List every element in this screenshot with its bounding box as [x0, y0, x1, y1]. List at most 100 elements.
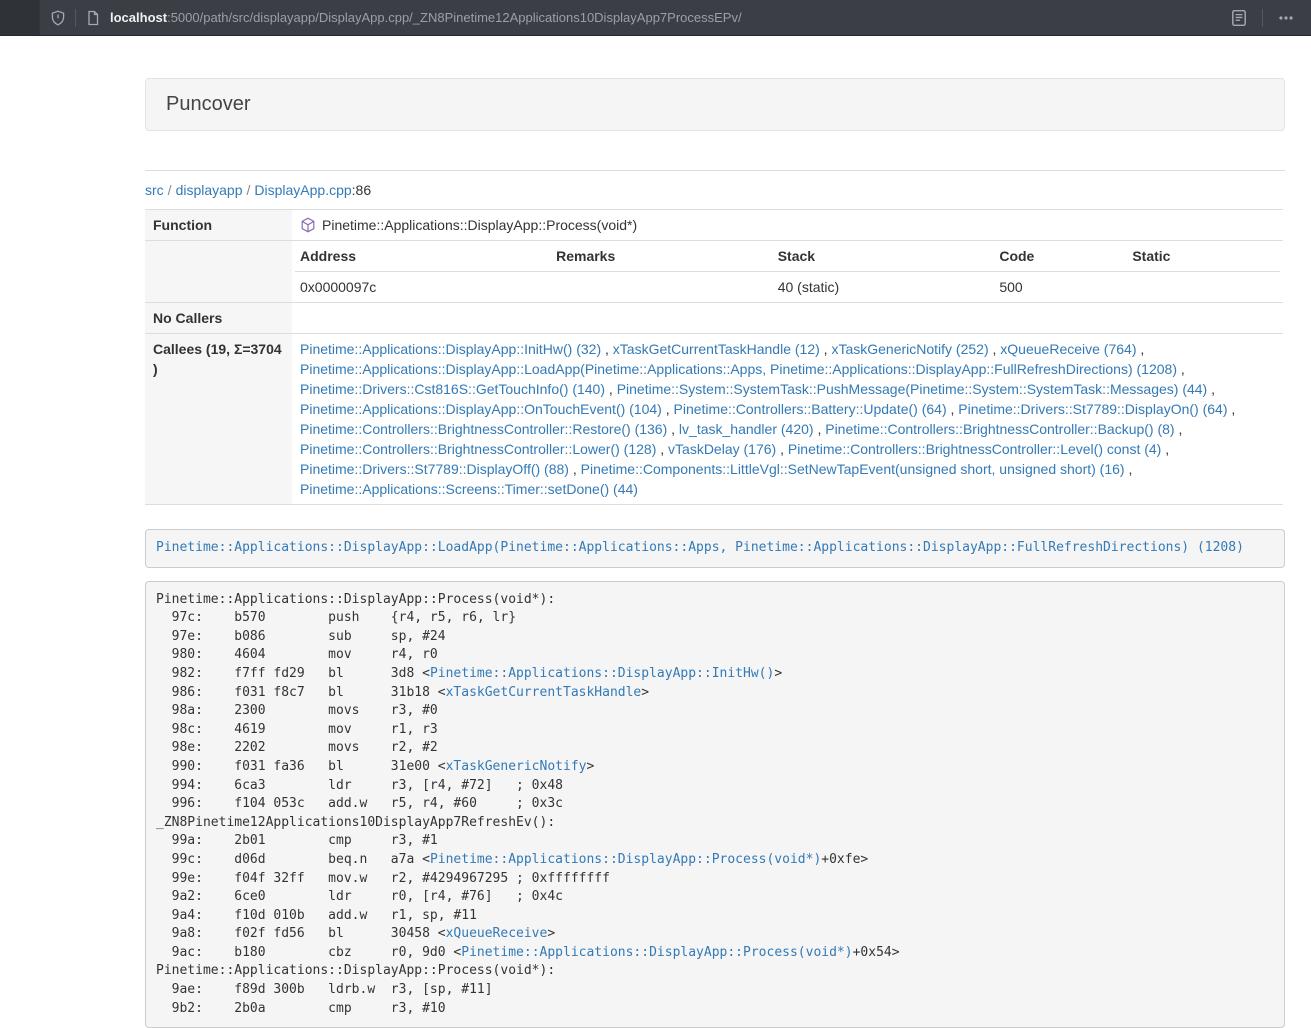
callee-link[interactable]: Pinetime::Controllers::BrightnessControl…: [788, 441, 1161, 457]
stack-value: 40 (static): [773, 272, 995, 303]
callee-link[interactable]: Pinetime::Controllers::BrightnessControl…: [825, 421, 1174, 437]
callers-row: No Callers: [145, 303, 1283, 334]
page-title: Puncover: [166, 93, 1264, 116]
toolbar-divider: [1262, 9, 1263, 27]
code-symbol-link[interactable]: xQueueReceive: [446, 926, 548, 941]
callee-separator: ,: [776, 441, 788, 457]
reader-mode-icon[interactable]: [1230, 9, 1248, 27]
code-line: 97e: b086 sub sp, #24: [156, 628, 1274, 647]
code-line: 994: 6ca3 ldr r3, [r4, #72] ; 0x48: [156, 777, 1274, 796]
callee-link[interactable]: Pinetime::Drivers::St7789::DisplayOn() (…: [958, 401, 1227, 417]
disassembly-block: Pinetime::Applications::DisplayApp::Proc…: [145, 581, 1285, 1028]
code-symbol-link[interactable]: xTaskGenericNotify: [446, 759, 587, 774]
code-line: 98c: 4619 mov r1, r3: [156, 721, 1274, 740]
callee-separator: ,: [605, 381, 617, 397]
address-bar[interactable]: localhost:5000/path/src/displayapp/Displ…: [40, 0, 1311, 35]
code-line: 99c: d06d beq.n a7a <Pinetime::Applicati…: [156, 851, 1274, 870]
code-symbol-link[interactable]: Pinetime::Applications::DisplayApp::Init…: [430, 666, 774, 681]
function-label: Function: [145, 210, 292, 241]
callee-separator: ,: [1177, 361, 1185, 377]
callee-link[interactable]: xTaskGetCurrentTaskHandle (12): [613, 341, 820, 357]
code-line: 986: f031 f8c7 bl 31b18 <xTaskGetCurrent…: [156, 684, 1274, 703]
callee-separator: ,: [947, 401, 959, 417]
callee-separator: ,: [667, 421, 679, 437]
no-callers-label: No Callers: [145, 303, 292, 334]
callee-link[interactable]: Pinetime::Applications::Screens::Timer::…: [300, 481, 638, 497]
url-host: localhost: [110, 10, 167, 25]
code-symbol-link[interactable]: Pinetime::Applications::DisplayApp::Proc…: [430, 852, 821, 867]
callee-link[interactable]: Pinetime::Applications::DisplayApp::Init…: [300, 341, 601, 357]
callee-separator: ,: [814, 421, 826, 437]
code-line: 98a: 2300 movs r3, #0: [156, 702, 1274, 721]
breadcrumb-separator: /: [243, 182, 255, 198]
callee-separator: ,: [662, 401, 674, 417]
callee-link[interactable]: Pinetime::Applications::DisplayApp::Load…: [300, 361, 1177, 377]
code-line: 98e: 2202 movs r2, #2: [156, 739, 1274, 758]
col-header-stack: Stack: [773, 241, 995, 272]
url-path: :5000/path/src/displayapp/DisplayApp.cpp…: [167, 10, 742, 25]
symbol-cube-icon: [300, 217, 316, 233]
stats-row: Address Remarks Stack Code Static 0x0000…: [145, 241, 1283, 303]
breadcrumb-line-number: :86: [352, 182, 371, 198]
page-icon[interactable]: [85, 10, 101, 26]
breadcrumb-displayapp[interactable]: displayapp: [176, 182, 243, 198]
callee-separator: ,: [569, 461, 581, 477]
callee-link[interactable]: xQueueReceive (764): [1000, 341, 1136, 357]
code-line: 9a4: f10d 010b add.w r1, sp, #11: [156, 907, 1274, 926]
code-line: 97c: b570 push {r4, r5, r6, lr}: [156, 609, 1274, 628]
menu-dots-icon[interactable]: [1277, 9, 1295, 27]
callee-link[interactable]: lv_task_handler (420): [679, 421, 814, 437]
code-line: 996: f104 053c add.w r5, r4, #60 ; 0x3c: [156, 795, 1274, 814]
breadcrumb-separator: /: [164, 182, 176, 198]
callee-separator: ,: [1228, 401, 1236, 417]
col-header-code: Code: [994, 241, 1127, 272]
callee-link[interactable]: Pinetime::Controllers::BrightnessControl…: [300, 421, 667, 437]
security-shield-icon[interactable]: [50, 10, 66, 26]
static-value: [1127, 272, 1280, 303]
col-header-static: Static: [1127, 241, 1280, 272]
code-line: 9b2: 2b0a cmp r3, #10: [156, 1000, 1274, 1019]
divider-rule: [145, 170, 1285, 171]
code-line: 9ac: b180 cbz r0, 9d0 <Pinetime::Applica…: [156, 944, 1274, 963]
remarks-value: [551, 272, 773, 303]
callee-link[interactable]: Pinetime::System::SystemTask::PushMessag…: [617, 381, 1208, 397]
code-symbol-link[interactable]: xTaskGetCurrentTaskHandle: [446, 685, 642, 700]
callee-link[interactable]: Pinetime::Controllers::Battery::Update()…: [674, 401, 947, 417]
callee-separator: ,: [820, 341, 832, 357]
callee-separator: ,: [1161, 441, 1169, 457]
callee-separator: ,: [1175, 421, 1183, 437]
callee-separator: ,: [1136, 341, 1144, 357]
breadcrumb: src/displayapp/DisplayApp.cpp:86: [145, 182, 1285, 198]
code-line: 982: f7ff fd29 bl 3d8 <Pinetime::Applica…: [156, 665, 1274, 684]
callees-list: Pinetime::Applications::DisplayApp::Init…: [292, 334, 1283, 505]
code-line: Pinetime::Applications::DisplayApp::Proc…: [156, 591, 1274, 610]
function-row: Function Pinetime::Applications::Display…: [145, 210, 1283, 241]
code-size-value: 500: [994, 272, 1127, 303]
navbar-left-strip: [0, 0, 40, 35]
col-header-address: Address: [295, 241, 551, 272]
code-line: Pinetime::Applications::DisplayApp::Proc…: [156, 962, 1274, 981]
code-symbol-link[interactable]: Pinetime::Applications::DisplayApp::Proc…: [461, 945, 852, 960]
loadapp-symbol-link[interactable]: Pinetime::Applications::DisplayApp::Load…: [156, 540, 1244, 555]
callee-separator: ,: [601, 341, 613, 357]
code-line: 99e: f04f 32ff mov.w r2, #4294967295 ; 0…: [156, 870, 1274, 889]
callee-link[interactable]: Pinetime::Applications::DisplayApp::OnTo…: [300, 401, 662, 417]
callee-link[interactable]: Pinetime::Drivers::Cst816S::GetTouchInfo…: [300, 381, 605, 397]
callee-link[interactable]: Pinetime::Controllers::BrightnessControl…: [300, 441, 656, 457]
callee-link[interactable]: xTaskGenericNotify (252): [831, 341, 988, 357]
browser-toolbar: localhost:5000/path/src/displayapp/Displ…: [0, 0, 1311, 36]
breadcrumb-file[interactable]: DisplayApp.cpp: [254, 182, 351, 198]
code-line: 9a8: f02f fd56 bl 30458 <xQueueReceive>: [156, 925, 1274, 944]
url-text[interactable]: localhost:5000/path/src/displayapp/Displ…: [110, 10, 742, 25]
callee-separator: ,: [989, 341, 1001, 357]
callee-link[interactable]: vTaskDelay (176): [668, 441, 776, 457]
code-line: 9ae: f89d 300b ldrb.w r3, [sp, #11]: [156, 981, 1274, 1000]
callee-link[interactable]: Pinetime::Drivers::St7789::DisplayOff() …: [300, 461, 569, 477]
breadcrumb-src[interactable]: src: [145, 182, 164, 198]
function-table: Function Pinetime::Applications::Display…: [145, 209, 1283, 505]
code-line: 99a: 2b01 cmp r3, #1: [156, 832, 1274, 851]
col-header-remarks: Remarks: [551, 241, 773, 272]
page-container: Puncover src/displayapp/DisplayApp.cpp:8…: [145, 78, 1285, 1028]
callee-link[interactable]: Pinetime::Components::LittleVgl::SetNewT…: [581, 461, 1125, 477]
stats-table: Address Remarks Stack Code Static 0x0000…: [295, 241, 1280, 302]
